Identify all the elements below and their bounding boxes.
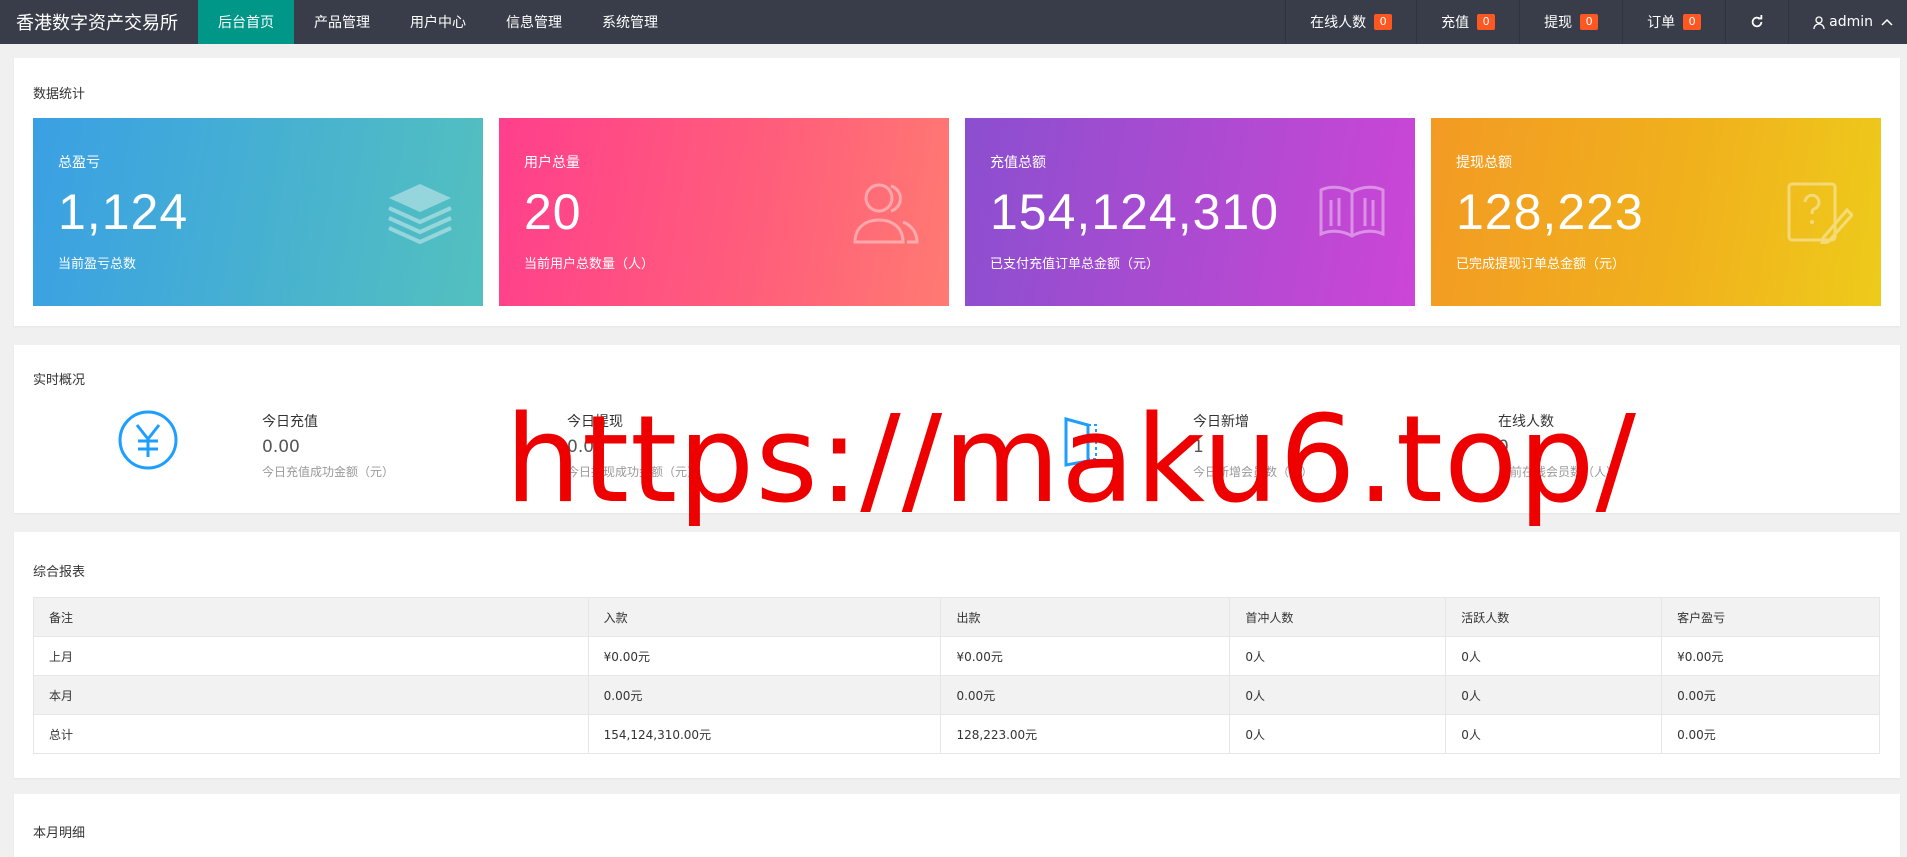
yen-icon: [118, 410, 178, 470]
stat-sub: 当前盈亏总数: [58, 257, 137, 272]
monthly-detail-panel: 本月明细: [14, 794, 1900, 857]
recharge-label: 充值: [1441, 15, 1470, 31]
realtime-sub: 今日充值成功金额（元）: [262, 465, 395, 479]
withdraw-badge: 0: [1580, 14, 1599, 30]
table-cell: 0人: [1445, 714, 1663, 754]
recharge-link[interactable]: 充值 0: [1416, 0, 1519, 44]
column-header: 客户盈亏: [1661, 597, 1880, 637]
stat-value: 154,124,310: [990, 184, 1280, 240]
table-cell: 总计: [33, 714, 589, 754]
stats-panel: 数据统计 总盈亏 1,124 当前盈亏总数 用户总量 20 当前用户总数量（人）…: [14, 58, 1900, 326]
table-cell: 0人: [1229, 675, 1447, 715]
column-header: 活跃人数: [1445, 597, 1663, 637]
table-cell: ¥0.00元: [940, 636, 1231, 676]
nav-item-users[interactable]: 用户中心: [390, 0, 486, 44]
column-header: 入款: [587, 597, 942, 637]
top-navbar: 香港数字资产交易所 后台首页 产品管理 用户中心 信息管理 系统管理 在线人数 …: [0, 0, 1907, 44]
table-row: 本月 0.00元 0.00元 0人 0人 0.00元: [33, 675, 1880, 715]
user-name: admin: [1829, 14, 1873, 30]
table-row: 总计 154,124,310.00元 128,223.00元 0人 0人 0.0…: [33, 714, 1880, 754]
realtime-today-recharge: 今日充值 0.00 今日充值成功金额（元）: [262, 411, 394, 480]
column-header: 出款: [940, 597, 1231, 637]
right-nav: 在线人数 0 充值 0 提现 0 订单 0 admin: [1285, 0, 1907, 44]
table-cell: 上月: [33, 636, 589, 676]
main-nav: 后台首页 产品管理 用户中心 信息管理 系统管理: [198, 0, 678, 44]
table-cell: 0人: [1445, 636, 1663, 676]
table-row: 上月 ¥0.00元 ¥0.00元 0人 0人 ¥0.00元: [33, 636, 1880, 676]
nav-item-info[interactable]: 信息管理: [486, 0, 582, 44]
monthly-detail-title: 本月明细: [33, 826, 86, 841]
table-cell: ¥0.00元: [587, 636, 942, 676]
refresh-button[interactable]: [1725, 0, 1788, 44]
table-cell: 0.00元: [1661, 675, 1880, 715]
online-users-link[interactable]: 在线人数 0: [1285, 0, 1416, 44]
user-menu[interactable]: admin: [1788, 0, 1907, 44]
table-cell: 0人: [1229, 714, 1447, 754]
table-cell: 0.00元: [940, 675, 1231, 715]
table-header-row: 备注 入款 出款 首冲人数 活跃人数 客户盈亏: [33, 597, 1880, 637]
stat-card-recharge: 充值总额 154,124,310 已支付充值订单总金额（元）: [965, 118, 1415, 306]
online-users-badge: 0: [1374, 14, 1393, 30]
user-icon: [1813, 15, 1825, 29]
stat-label: 总盈亏: [58, 155, 100, 171]
help-edit-icon: [1787, 182, 1853, 244]
stat-label: 提现总额: [1456, 155, 1512, 171]
nav-item-products[interactable]: 产品管理: [294, 0, 390, 44]
stat-label: 用户总量: [524, 155, 580, 171]
column-header: 首冲人数: [1229, 597, 1447, 637]
table-cell: 0人: [1445, 675, 1663, 715]
report-panel: 综合报表 备注 入款 出款 首冲人数 活跃人数 客户盈亏 上月 ¥0.00元 ¥…: [14, 532, 1900, 778]
nav-item-system[interactable]: 系统管理: [582, 0, 678, 44]
chevron-up-icon: [1881, 18, 1893, 26]
stat-sub: 已完成提现订单总金额（元）: [1456, 257, 1626, 272]
stat-value: 128,223: [1456, 184, 1644, 240]
recharge-badge: 0: [1477, 14, 1496, 30]
users-icon: [853, 183, 919, 244]
stat-sub: 当前用户总数量（人）: [524, 257, 655, 272]
orders-label: 订单: [1647, 15, 1676, 31]
stat-value: 1,124: [58, 184, 189, 240]
stat-value: 20: [524, 184, 582, 240]
realtime-label: 今日充值: [262, 414, 318, 430]
column-header: 备注: [33, 597, 589, 637]
report-table: 备注 入款 出款 首冲人数 活跃人数 客户盈亏 上月 ¥0.00元 ¥0.00元…: [33, 597, 1880, 754]
stat-label: 充值总额: [990, 155, 1046, 171]
layers-icon: [388, 184, 452, 244]
withdraw-link[interactable]: 提现 0: [1519, 0, 1622, 44]
orders-link[interactable]: 订单 0: [1622, 0, 1725, 44]
table-cell: 128,223.00元: [940, 714, 1231, 754]
realtime-title: 实时概况: [33, 373, 86, 388]
table-cell: 本月: [33, 675, 589, 715]
stat-card-profit: 总盈亏 1,124 当前盈亏总数: [33, 118, 483, 306]
book-icon: [1319, 185, 1385, 238]
table-cell: 0.00元: [587, 675, 942, 715]
nav-item-home[interactable]: 后台首页: [198, 0, 294, 44]
table-cell: 0.00元: [1661, 714, 1880, 754]
table-cell: 0人: [1229, 636, 1447, 676]
watermark-url: https://maku6.top/: [505, 391, 1637, 530]
realtime-value: 0.00: [262, 437, 300, 457]
table-cell: 154,124,310.00元: [587, 714, 942, 754]
online-users-label: 在线人数: [1310, 15, 1367, 31]
report-title: 综合报表: [33, 565, 86, 580]
orders-badge: 0: [1683, 14, 1702, 30]
stat-card-users: 用户总量 20 当前用户总数量（人）: [499, 118, 949, 306]
refresh-icon: [1751, 15, 1763, 28]
table-cell: ¥0.00元: [1661, 636, 1880, 676]
withdraw-label: 提现: [1544, 15, 1573, 31]
stats-title: 数据统计: [33, 87, 86, 102]
brand-title: 香港数字资产交易所: [16, 13, 178, 34]
stat-sub: 已支付充值订单总金额（元）: [990, 257, 1160, 272]
stat-card-withdraw: 提现总额 128,223 已完成提现订单总金额（元）: [1431, 118, 1881, 306]
